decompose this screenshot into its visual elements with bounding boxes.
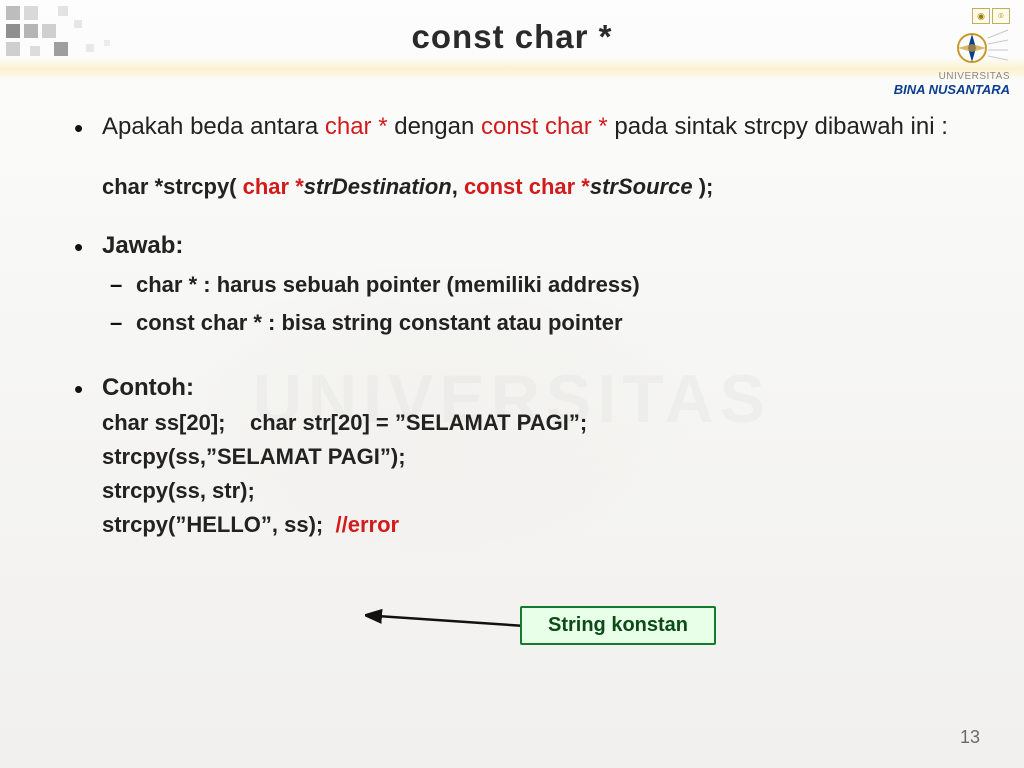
code-line-4b: //error	[335, 512, 399, 537]
q-red-2: const char *	[481, 113, 614, 140]
logo-line1: UNIVERSITAS	[939, 71, 1010, 82]
func-e: const char *	[464, 174, 590, 199]
q-red-1: char *	[325, 113, 394, 140]
func-c: strDestination	[304, 174, 452, 199]
contoh-block: Contoh: char ss[20]; char str[20] = ”SEL…	[68, 371, 964, 542]
jawab-block: Jawab: char * : harus sebuah pointer (me…	[68, 229, 964, 340]
func-b: char *	[243, 174, 304, 199]
slide: UNIVERSITAS const char * ◉⌾ UNIVERSITAS	[0, 0, 1024, 768]
slide-title: const char *	[0, 18, 1024, 56]
header-shine	[0, 58, 1024, 80]
page-number: 13	[960, 727, 980, 748]
question-line: Apakah beda antara char * dengan const c…	[68, 110, 964, 145]
func-d: ,	[452, 174, 464, 199]
jawab-line-2: const char * : bisa string constant atau…	[102, 307, 964, 339]
jawab-head: Jawab:	[102, 232, 183, 259]
code-line-2: strcpy(ss,”SELAMAT PAGI”);	[102, 440, 964, 474]
function-signature: char *strcpy( char *strDestination, cons…	[102, 171, 964, 203]
func-g: );	[693, 174, 714, 199]
code-line-3: strcpy(ss, str);	[102, 474, 964, 508]
q-text-1: Apakah beda antara	[102, 113, 325, 140]
q-text-3: pada sintak strcpy dibawah ini :	[614, 113, 948, 140]
code-line-4: strcpy(”HELLO”, ss); //error	[102, 508, 964, 542]
code-block: char ss[20]; char str[20] = ”SELAMAT PAG…	[102, 406, 964, 542]
compass-icon	[950, 26, 1010, 70]
university-logo: ◉⌾ UNIVERSITAS BINA NUSANTARA	[894, 8, 1010, 97]
func-a: char *strcpy(	[102, 174, 243, 199]
slide-content: Apakah beda antara char * dengan const c…	[68, 110, 964, 552]
code-line-1: char ss[20]; char str[20] = ”SELAMAT PAG…	[102, 406, 964, 440]
func-f: strSource	[590, 174, 693, 199]
q-text-2: dengan	[394, 113, 481, 140]
logo-badge-icons: ◉⌾	[894, 8, 1010, 24]
code-line-4a: strcpy(”HELLO”, ss);	[102, 512, 335, 537]
jawab-line-1: char * : harus sebuah pointer (memiliki …	[102, 269, 964, 301]
contoh-head: Contoh:	[102, 374, 194, 401]
callout-box: String konstan	[520, 606, 716, 645]
callout-arrow	[365, 608, 535, 668]
logo-line2: BINA NUSANTARA	[894, 82, 1010, 97]
